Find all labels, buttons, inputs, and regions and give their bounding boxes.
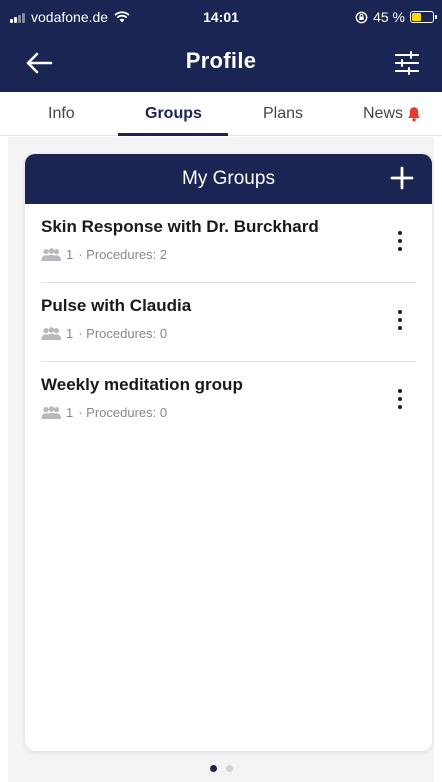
tab-info[interactable]: Info (48, 105, 75, 123)
people-icon (41, 327, 61, 340)
plus-icon[interactable] (390, 166, 414, 190)
battery-percent: 45 % (373, 9, 405, 25)
card-header: My Groups (25, 154, 432, 204)
page-title: Profile (185, 48, 257, 73)
page-dot-active[interactable] (209, 765, 217, 772)
more-options-icon[interactable] (394, 309, 406, 331)
list-item[interactable]: Pulse with Claudia 1 · Procedures: 0 (41, 283, 416, 362)
more-options-icon[interactable] (394, 388, 406, 410)
group-meta: 1 · Procedures: 0 (41, 326, 167, 341)
app-header: Profile (0, 34, 442, 92)
bell-icon (408, 107, 420, 122)
card-title: My Groups (182, 168, 275, 189)
status-right: 45 % (355, 9, 437, 25)
procedure-count: · Procedures: 2 (78, 247, 168, 262)
member-count: 1 (66, 247, 74, 262)
group-name: Pulse with Claudia (41, 296, 192, 315)
more-options-icon[interactable] (394, 230, 406, 252)
tab-news-label: News (363, 105, 404, 122)
tab-bar: Info Groups Plans News (0, 92, 442, 136)
people-icon (41, 406, 61, 419)
battery-level (412, 13, 421, 21)
orientation-lock-icon (355, 11, 368, 23)
procedure-count: · Procedures: 0 (78, 326, 168, 341)
group-name: Skin Response with Dr. Burckhard (41, 217, 319, 236)
member-count: 1 (66, 326, 74, 341)
group-meta: 1 · Procedures: 0 (41, 405, 167, 420)
page-indicator (0, 765, 442, 772)
tab-news[interactable]: News (363, 105, 421, 123)
list-item[interactable]: Weekly meditation group 1 · Procedures: … (41, 362, 416, 441)
group-list: Skin Response with Dr. Burckhard 1 · Pro… (25, 204, 432, 441)
sliders-icon[interactable] (394, 50, 420, 76)
tab-plans[interactable]: Plans (263, 105, 303, 123)
member-count: 1 (66, 405, 74, 420)
list-item[interactable]: Skin Response with Dr. Burckhard 1 · Pro… (41, 204, 416, 283)
battery-icon (410, 11, 437, 23)
status-bar: vodafone.de 14:01 45 % (0, 0, 442, 34)
active-tab-indicator (118, 133, 228, 136)
group-name: Weekly meditation group (41, 375, 243, 394)
page-dot[interactable] (225, 765, 233, 772)
group-meta: 1 · Procedures: 2 (41, 247, 167, 262)
tab-groups[interactable]: Groups (145, 105, 202, 123)
my-groups-card: My Groups Skin Response with Dr. Burckha… (25, 154, 432, 751)
procedure-count: · Procedures: 0 (78, 405, 168, 420)
people-icon (41, 248, 61, 261)
